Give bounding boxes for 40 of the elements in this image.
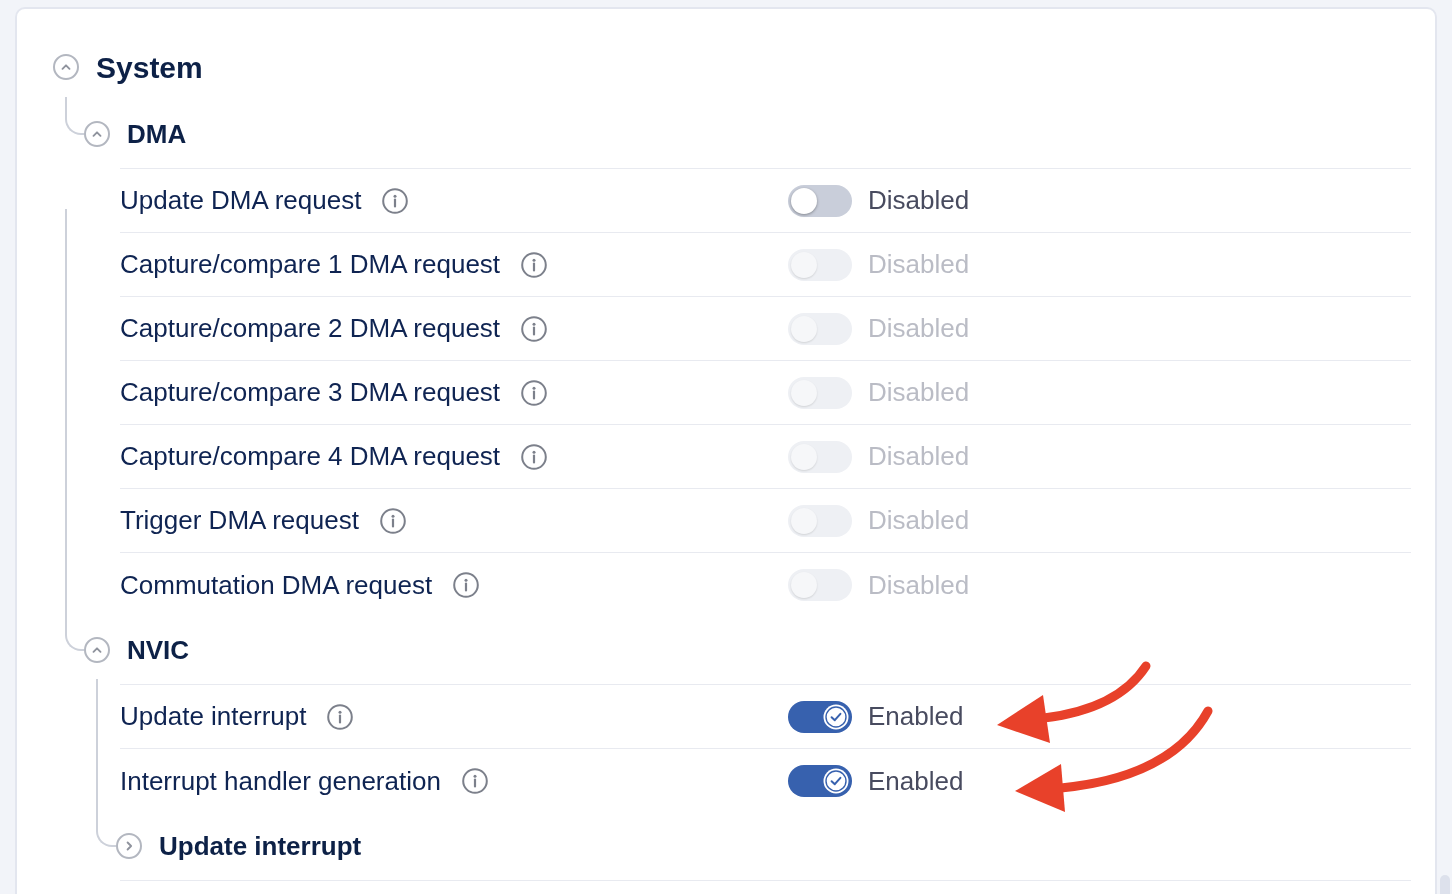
chevron-up-icon[interactable] xyxy=(84,121,110,147)
toggle-switch[interactable] xyxy=(788,184,852,217)
toggle-switch[interactable] xyxy=(788,765,852,797)
toggle-switch[interactable] xyxy=(788,700,852,733)
chevron-up-icon[interactable] xyxy=(84,637,110,663)
info-icon[interactable] xyxy=(521,315,548,342)
section-title: Update interrupt xyxy=(159,829,362,863)
status-label: Disabled xyxy=(868,248,970,281)
section-title: System xyxy=(96,49,203,86)
setting-label: Trigger DMA request xyxy=(120,504,359,537)
info-icon[interactable] xyxy=(379,507,406,534)
info-icon[interactable] xyxy=(382,187,409,214)
info-icon[interactable] xyxy=(521,443,548,470)
info-icon[interactable] xyxy=(521,379,548,406)
info-icon[interactable] xyxy=(453,572,480,598)
setting-label: Capture/compare 1 DMA request xyxy=(120,248,501,281)
status-label: Enabled xyxy=(868,764,964,798)
status-label: Enabled xyxy=(868,700,964,733)
status-label: Disabled xyxy=(868,184,970,217)
info-icon[interactable] xyxy=(461,768,488,794)
setting-label: Update DMA request xyxy=(120,184,362,217)
setting-label: Capture/compare 2 DMA request xyxy=(120,312,501,345)
status-label: Disabled xyxy=(868,376,970,409)
status-label: Disabled xyxy=(868,504,970,537)
info-icon[interactable] xyxy=(327,703,354,730)
setting-label: Commutation DMA request xyxy=(120,568,433,602)
section-title: DMA xyxy=(127,117,187,151)
status-label: Disabled xyxy=(868,440,970,473)
status-label: Disabled xyxy=(868,312,970,345)
check-icon xyxy=(823,768,849,794)
chevron-right-icon[interactable] xyxy=(116,833,142,859)
chevron-up-icon[interactable] xyxy=(53,54,79,80)
section-title: NVIC xyxy=(127,633,190,667)
setting-label: Update interrupt xyxy=(120,700,307,733)
setting-label: Capture/compare 3 DMA request xyxy=(120,376,501,409)
setting-label: Interrupt handler generation xyxy=(120,764,441,798)
check-icon xyxy=(823,703,849,730)
info-icon[interactable] xyxy=(521,251,548,278)
setting-label: Capture/compare 4 DMA request xyxy=(120,440,501,473)
status-label: Disabled xyxy=(868,568,970,602)
